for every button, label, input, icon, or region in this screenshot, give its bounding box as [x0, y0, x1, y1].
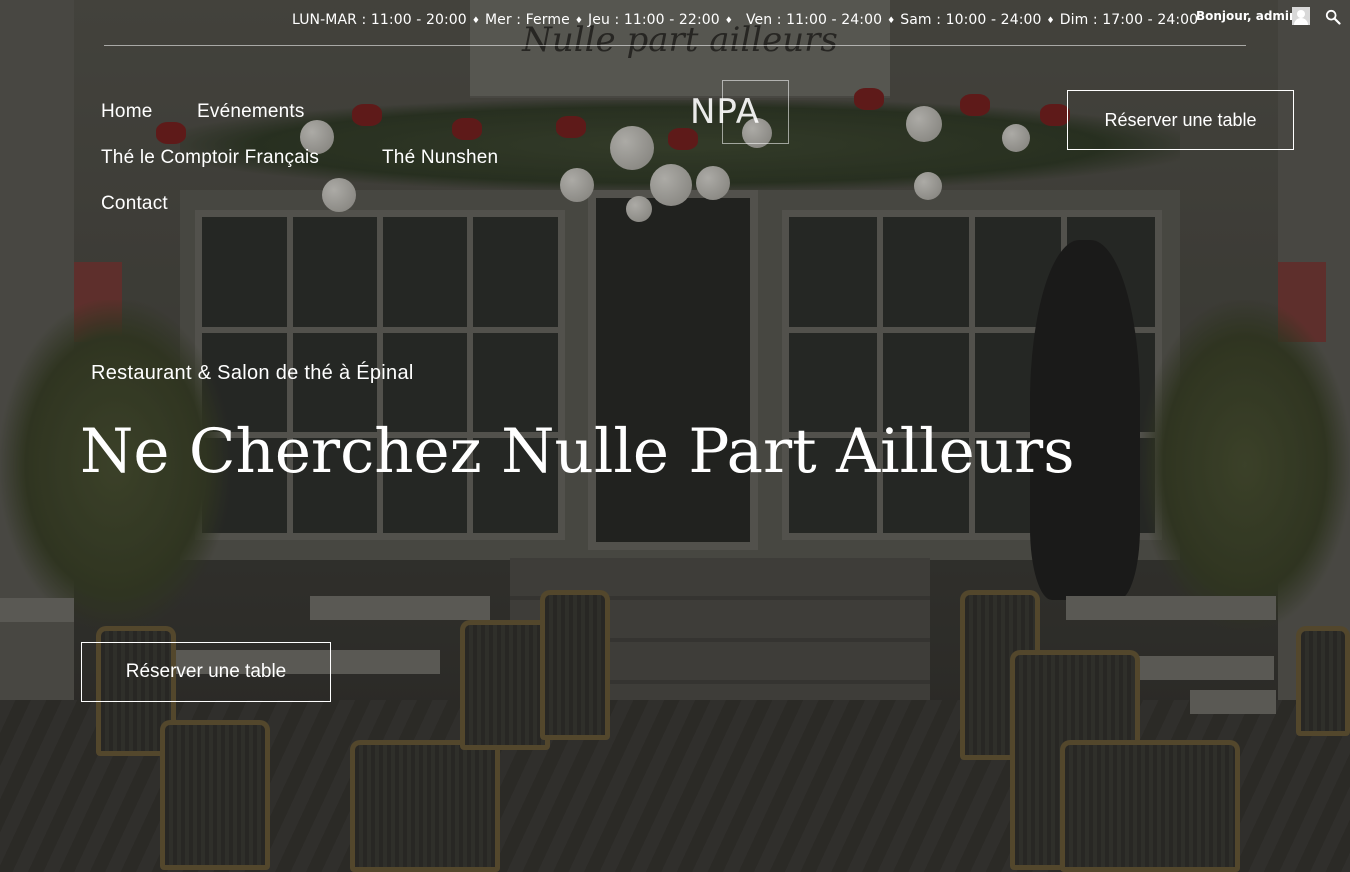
- hours-separator: ♦: [724, 16, 733, 26]
- search-icon[interactable]: [1325, 9, 1341, 25]
- hours-sun: Dim : 17:00 - 24:00: [1059, 12, 1199, 28]
- top-bar: LUN-MAR : 11:00 - 20:00 ♦ Mer : Ferme ♦ Jeu …: [0, 0, 1350, 46]
- admin-greeting[interactable]: Bonjour, admin: [1196, 9, 1298, 23]
- nav-item-home[interactable]: Home: [101, 101, 152, 123]
- reserve-table-header-button[interactable]: Réserver une table: [1067, 90, 1294, 150]
- hours-mon-tue: LUN-MAR : 11:00 - 20:00: [292, 12, 467, 28]
- nav-item-contact[interactable]: Contact: [101, 193, 168, 215]
- hours-wed: Mer : Ferme: [485, 12, 570, 28]
- hours-separator: ♦: [471, 16, 480, 26]
- nav-item-the-comptoir-francais[interactable]: Thé le Comptoir Français: [101, 147, 319, 169]
- opening-hours: LUN-MAR : 11:00 - 20:00 ♦ Mer : Ferme ♦ Jeu …: [292, 12, 1198, 28]
- hours-separator: ♦: [574, 16, 583, 26]
- logo[interactable]: NPA: [690, 92, 790, 132]
- hours-separator: ♦: [887, 16, 896, 26]
- hero-subtitle: Restaurant & Salon de thé à Épinal: [91, 362, 414, 384]
- reserve-table-hero-button[interactable]: Réserver une table: [81, 642, 331, 702]
- nav-item-evenements[interactable]: Evénements: [197, 101, 305, 123]
- avatar[interactable]: [1292, 7, 1310, 25]
- hours-separator: ♦: [1046, 16, 1055, 26]
- nav-item-the-nunshen[interactable]: Thé Nunshen: [382, 147, 498, 169]
- hours-fri: Ven : 11:00 - 24:00: [745, 12, 883, 28]
- hours-sat: Sam : 10:00 - 24:00: [900, 12, 1042, 28]
- opening-hours-bar: LUN-MAR : 11:00 - 20:00 ♦ Mer : Ferme ♦ Jeu …: [104, 0, 1246, 46]
- hours-thu: Jeu : 11:00 - 22:00: [588, 12, 720, 28]
- hero-title: Ne Cherchez Nulle Part Ailleurs: [80, 416, 1075, 487]
